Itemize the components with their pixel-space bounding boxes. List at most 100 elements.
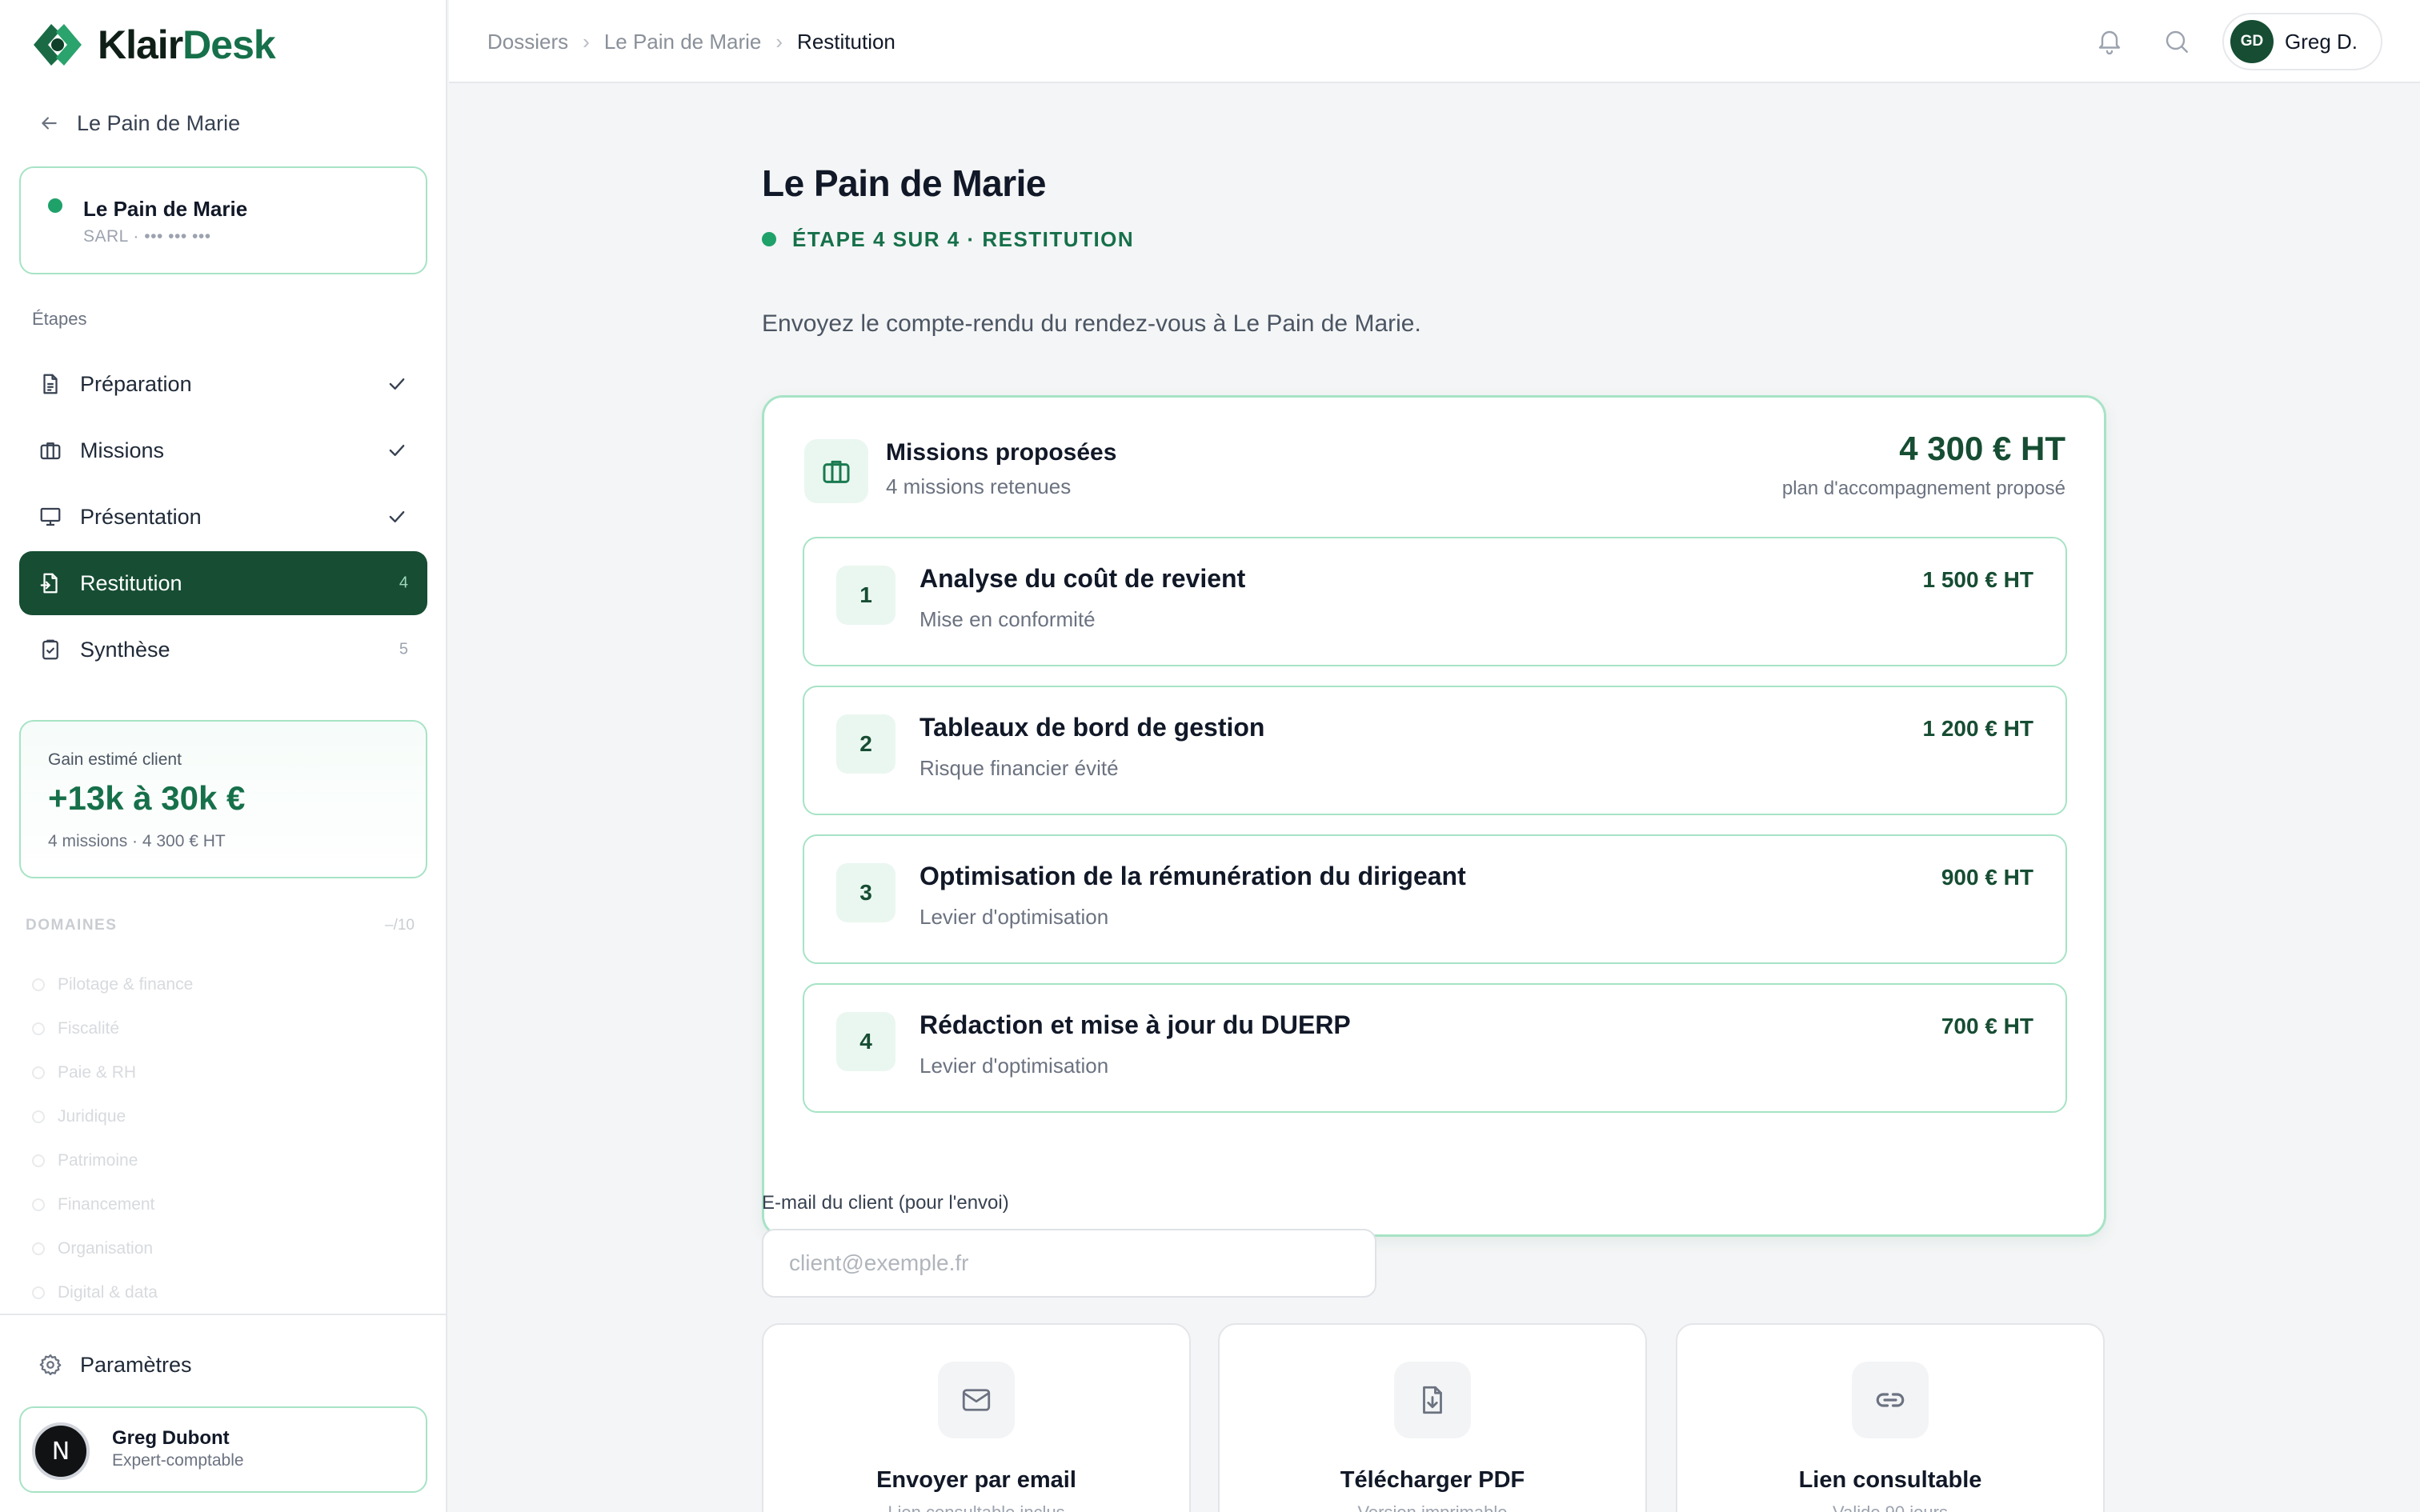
briefcase-icon — [804, 439, 868, 503]
circle-icon — [32, 1242, 45, 1255]
gear-icon — [39, 1354, 62, 1375]
back-link[interactable]: Le Pain de Marie — [38, 107, 240, 139]
circle-icon — [32, 1198, 45, 1211]
circle-icon — [32, 1022, 45, 1035]
avatar: GD — [2230, 20, 2274, 63]
sidebar-divider — [0, 1314, 447, 1315]
mission-tag: Risque financier évité — [920, 756, 1119, 780]
mission-name: Tableaux de bord de gestion — [920, 713, 1265, 742]
mission-name: Rédaction et mise à jour du DUERP — [920, 1010, 1351, 1039]
user-name: Greg Dubont — [112, 1427, 230, 1449]
check-icon — [386, 506, 408, 528]
gain-meta: 4 missions · 4 300 € HT — [48, 832, 226, 850]
chevron-right-icon: › — [583, 29, 590, 54]
check-icon — [386, 373, 408, 395]
back-link-label: Le Pain de Marie — [77, 110, 241, 135]
breadcrumb-item[interactable]: Le Pain de Marie — [604, 30, 762, 54]
step-number-badge: 4 — [399, 574, 408, 592]
sidebar: KlairDesk Le Pain de Marie Le Pain de Ma… — [0, 0, 447, 1512]
intro-text: Envoyez le compte-rendu du rendez-vous à… — [762, 310, 1421, 337]
avatar: N — [32, 1422, 90, 1480]
user-role: Expert-comptable — [112, 1451, 244, 1470]
mission-number: 3 — [836, 863, 895, 922]
domains-list: Pilotage & finance Fiscalité Paie & RH J… — [32, 962, 193, 1314]
app-logo[interactable]: KlairDesk — [30, 21, 276, 69]
action-caption: Version imprimable — [1220, 1502, 1645, 1512]
settings-link[interactable]: Paramètres — [38, 1349, 192, 1381]
check-icon — [386, 439, 408, 462]
client-card[interactable]: Le Pain de Marie SARL · ••• ••• ••• — [19, 166, 427, 274]
missions-title: Missions proposées — [886, 439, 1117, 466]
action-label: Lien consultable — [1798, 1467, 1982, 1493]
circle-icon — [32, 1286, 45, 1299]
user-menu[interactable]: GD Greg D. — [2222, 13, 2382, 70]
sidebar-item-presentation[interactable]: Présentation — [19, 485, 427, 549]
domain-item[interactable]: Organisation — [32, 1226, 193, 1270]
action-caption: Valide 90 jours — [1677, 1502, 2103, 1512]
search-button[interactable] — [2159, 24, 2194, 59]
domain-item[interactable]: Juridique — [32, 1094, 193, 1138]
top-header: Dossiers › Le Pain de Marie › Restitutio… — [449, 0, 2420, 83]
breadcrumb-current: Restitution — [797, 29, 895, 54]
missions-card: Missions proposées 4 missions retenues 4… — [762, 395, 2106, 1237]
arrow-left-icon — [42, 117, 57, 130]
app-name: KlairDesk — [98, 22, 276, 67]
sidebar-item-restitution[interactable]: Restitution 4 — [19, 551, 427, 615]
domain-item[interactable]: Pilotage & finance — [32, 962, 193, 1006]
circle-icon — [32, 1110, 45, 1123]
presentation-icon — [38, 505, 62, 529]
breadcrumb-item[interactable]: Dossiers — [487, 30, 568, 54]
gain-value: +13k à 30k € — [48, 779, 246, 817]
sidebar-item-label: Restitution — [80, 570, 182, 595]
step-indicator: ÉTAPE 4 SUR 4 · RESTITUTION — [762, 227, 1134, 251]
mission-tag: Mise en conformité — [920, 607, 1096, 631]
email-field-label: E-mail du client (pour l'envoi) — [762, 1192, 1009, 1214]
domain-item[interactable]: Fiscalité — [32, 1006, 193, 1050]
clipboard-check-icon — [38, 638, 62, 662]
file-download-icon — [1394, 1362, 1471, 1438]
sidebar-item-preparation[interactable]: Préparation — [19, 352, 427, 416]
briefcase-icon — [38, 438, 62, 462]
mission-item[interactable]: 3 Optimisation de la rémunération du dir… — [803, 834, 2067, 964]
step-number-badge: 5 — [399, 640, 408, 658]
steps-section-label: Étapes — [32, 309, 87, 329]
search-icon — [2166, 30, 2188, 53]
notifications-button[interactable] — [2092, 24, 2127, 59]
mission-number: 4 — [836, 1012, 895, 1071]
client-email-field[interactable] — [762, 1229, 1376, 1298]
domains-count: –/10 — [385, 917, 415, 934]
domain-item[interactable]: Paie & RH — [32, 1050, 193, 1094]
mission-item[interactable]: 4 Rédaction et mise à jour du DUERP Levi… — [803, 983, 2067, 1113]
document-icon — [38, 372, 62, 396]
user-card[interactable]: N Greg Dubont Expert-comptable — [19, 1406, 427, 1493]
client-name: Le Pain de Marie — [83, 197, 248, 221]
mission-number: 2 — [836, 714, 895, 774]
sidebar-item-label: Synthèse — [80, 637, 170, 662]
mission-item[interactable]: 2 Tableaux de bord de gestion Risque fin… — [803, 686, 2067, 815]
sidebar-item-label: Missions — [80, 438, 165, 462]
send-email-button[interactable]: Envoyer par email Lien consultable inclu… — [762, 1323, 1191, 1512]
mission-name: Optimisation de la rémunération du dirig… — [920, 862, 1466, 890]
main-content: Le Pain de Marie ÉTAPE 4 SUR 4 · RESTITU… — [449, 85, 2420, 1512]
action-label: Télécharger PDF — [1340, 1467, 1525, 1493]
sidebar-item-missions[interactable]: Missions — [19, 418, 427, 482]
download-pdf-button[interactable]: Télécharger PDF Version imprimable — [1218, 1323, 1647, 1512]
mission-item[interactable]: 1 Analyse du coût de revient Mise en con… — [803, 537, 2067, 666]
settings-label: Paramètres — [80, 1352, 192, 1377]
link-icon — [1852, 1362, 1929, 1438]
domain-label: Financement — [58, 1194, 155, 1214]
breadcrumb: Dossiers › Le Pain de Marie › Restitutio… — [487, 26, 895, 58]
domain-label: Organisation — [58, 1238, 154, 1258]
sidebar-item-synthese[interactable]: Synthèse 5 — [19, 618, 427, 682]
domains-title: DOMAINES — [26, 917, 118, 934]
domain-item[interactable]: Financement — [32, 1182, 193, 1226]
share-link-button[interactable]: Lien consultable Valide 90 jours — [1676, 1323, 2105, 1512]
sidebar-item-label: Préparation — [80, 371, 192, 396]
domain-label: Juridique — [58, 1106, 126, 1126]
file-export-icon — [38, 571, 62, 595]
domain-item[interactable]: Digital & data — [32, 1270, 193, 1314]
missions-total: 4 300 € HT — [1899, 430, 2065, 467]
domain-label: Patrimoine — [58, 1150, 138, 1170]
sidebar-item-label: Présentation — [80, 504, 202, 529]
domain-item[interactable]: Patrimoine — [32, 1138, 193, 1182]
